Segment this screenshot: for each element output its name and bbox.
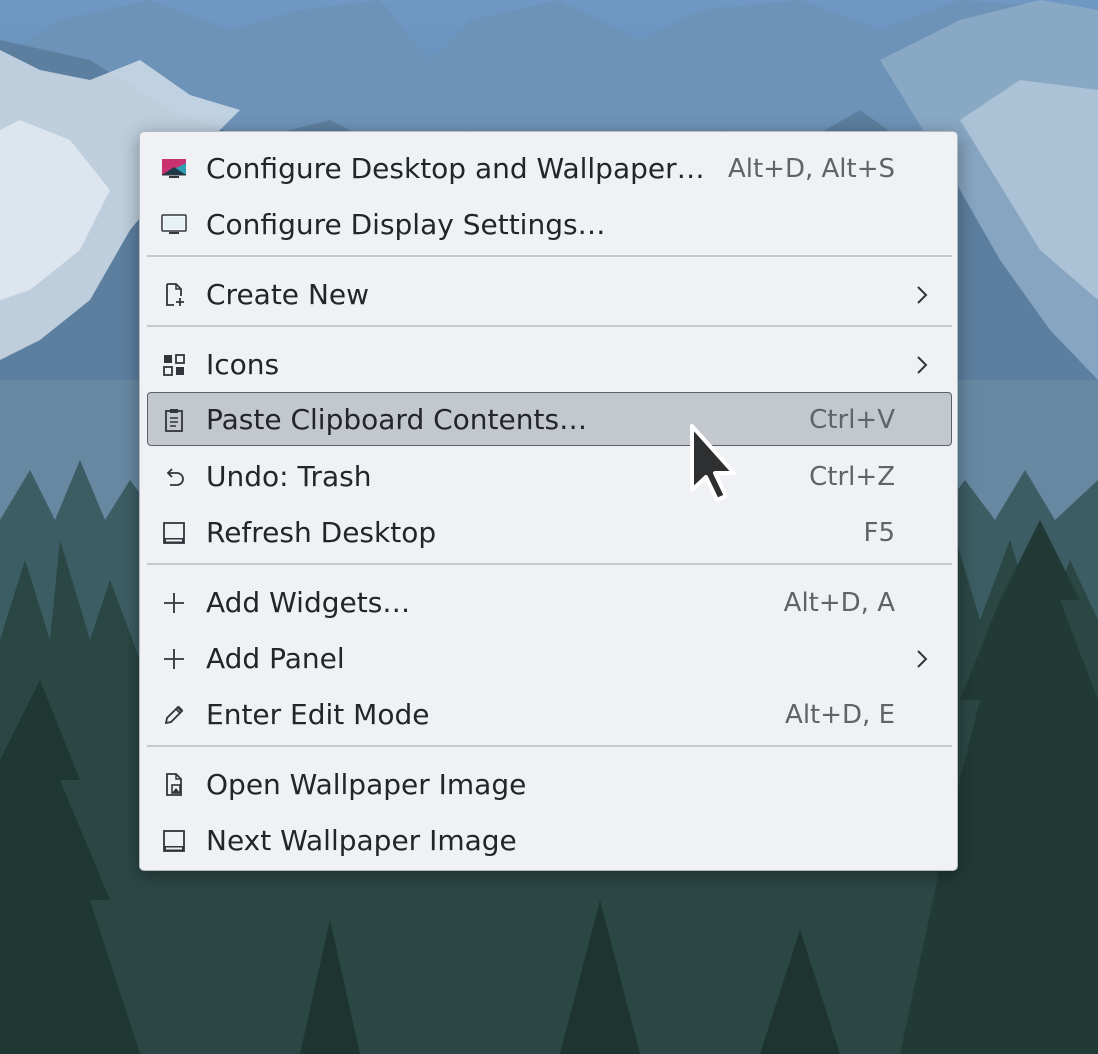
menu-item-label: Add Panel — [206, 642, 345, 675]
menu-item-icons[interactable]: Icons — [147, 337, 952, 391]
plus-icon — [160, 645, 188, 673]
menu-item-create-new[interactable]: Create New — [147, 267, 952, 321]
menu-item-label: Create New — [206, 278, 370, 311]
menu-item-shortcut: F5 — [863, 518, 896, 548]
menu-separator — [147, 325, 952, 327]
menu-item-label: Configure Desktop and Wallpaper… — [206, 152, 705, 185]
menu-item-configure-display[interactable]: Configure Display Settings… — [147, 197, 952, 251]
menu-item-label: Refresh Desktop — [206, 516, 437, 549]
menu-item-add-widgets[interactable]: Add Widgets… Alt+D, A — [147, 575, 952, 629]
menu-item-open-wallpaper[interactable]: Open Wallpaper Image — [147, 757, 952, 811]
menu-item-shortcut: Ctrl+Z — [809, 462, 895, 492]
menu-item-configure-desktop[interactable]: Configure Desktop and Wallpaper… Alt+D, … — [147, 141, 952, 195]
menu-item-label: Paste Clipboard Contents… — [206, 403, 588, 436]
desktop-context-menu: Configure Desktop and Wallpaper… Alt+D, … — [139, 131, 958, 871]
desktop-frame-icon — [160, 827, 188, 855]
clipboard-icon — [160, 406, 188, 434]
monitor-icon — [160, 211, 188, 239]
menu-item-label: Icons — [206, 348, 280, 381]
menu-item-shortcut: Alt+D, E — [785, 700, 895, 730]
menu-item-shortcut: Ctrl+V — [809, 405, 895, 435]
desktop[interactable]: Configure Desktop and Wallpaper… Alt+D, … — [0, 0, 1098, 1054]
menu-item-label: Undo: Trash — [206, 460, 372, 493]
undo-icon — [160, 463, 188, 491]
image-file-icon — [160, 771, 188, 799]
desktop-settings-icon — [160, 155, 188, 183]
menu-item-label: Open Wallpaper Image — [206, 768, 527, 801]
chevron-right-icon — [909, 646, 935, 672]
menu-item-label: Configure Display Settings… — [206, 208, 606, 241]
pencil-icon — [160, 701, 188, 729]
menu-item-undo-trash[interactable]: Undo: Trash Ctrl+Z — [147, 449, 952, 503]
menu-item-label: Enter Edit Mode — [206, 698, 430, 731]
chevron-right-icon — [909, 352, 935, 378]
plus-icon — [160, 589, 188, 617]
menu-item-shortcut: Alt+D, A — [783, 588, 895, 618]
menu-item-next-wallpaper[interactable]: Next Wallpaper Image — [147, 813, 952, 867]
menu-item-label: Next Wallpaper Image — [206, 824, 517, 857]
new-document-icon — [160, 281, 188, 309]
menu-item-paste-clipboard[interactable]: Paste Clipboard Contents… Ctrl+V — [147, 392, 952, 446]
menu-item-shortcut: Alt+D, Alt+S — [727, 154, 895, 184]
icons-grid-icon — [160, 351, 188, 379]
desktop-frame-icon — [160, 519, 188, 547]
menu-item-add-panel[interactable]: Add Panel — [147, 631, 952, 685]
menu-separator — [147, 255, 952, 257]
menu-separator — [147, 745, 952, 747]
mouse-cursor-icon — [690, 424, 736, 502]
chevron-right-icon — [909, 282, 935, 308]
menu-separator — [147, 563, 952, 565]
menu-item-edit-mode[interactable]: Enter Edit Mode Alt+D, E — [147, 687, 952, 741]
menu-item-label: Add Widgets… — [206, 586, 411, 619]
menu-item-refresh-desktop[interactable]: Refresh Desktop F5 — [147, 505, 952, 559]
